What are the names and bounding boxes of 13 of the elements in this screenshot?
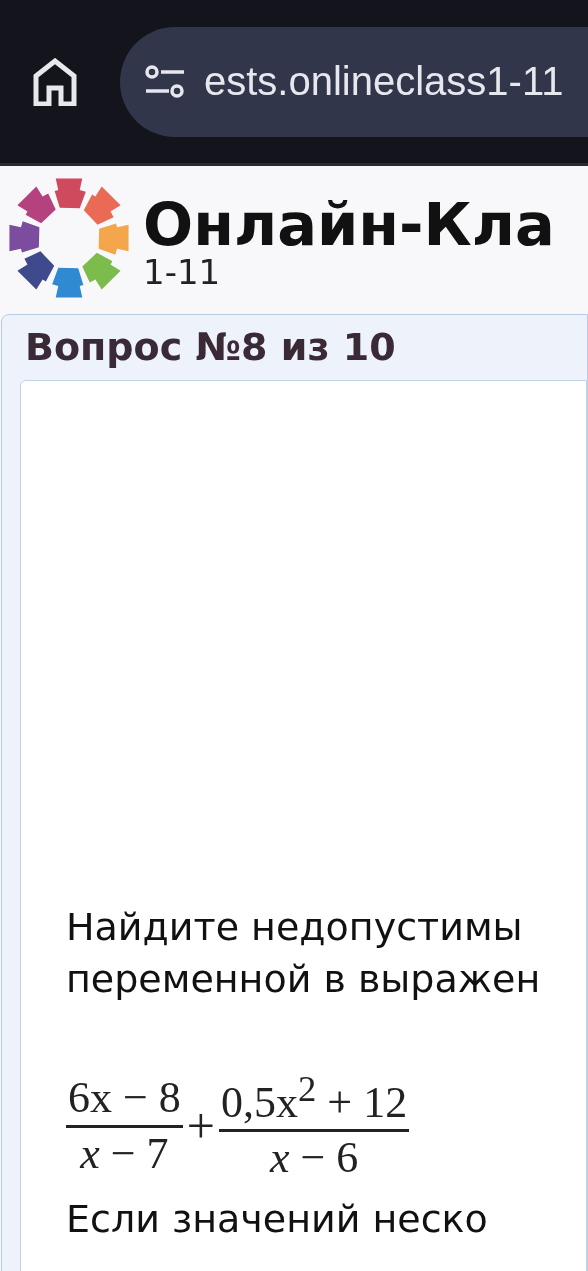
plus-sign: + [186,1097,216,1156]
url-text: ests.onlineclass1-11 [204,59,564,104]
denominator: x − 6 [269,1132,359,1183]
site-settings-icon[interactable] [144,64,186,99]
numerator: 6x − 8 [66,1074,183,1128]
home-icon[interactable] [33,57,77,106]
question-text: Найдите недопустимы [66,904,524,952]
numerator: 0,5x$^{2}$ + 12 [219,1069,410,1133]
question-text: переменной в выражен [66,956,542,1004]
denominator: x − 7 [80,1127,169,1178]
address-bar[interactable]: ests.onlineclass1-11 [120,26,588,137]
question-text: Если значений неско [66,1195,489,1243]
question-heading: Вопрос №8 из 10 [24,324,397,371]
